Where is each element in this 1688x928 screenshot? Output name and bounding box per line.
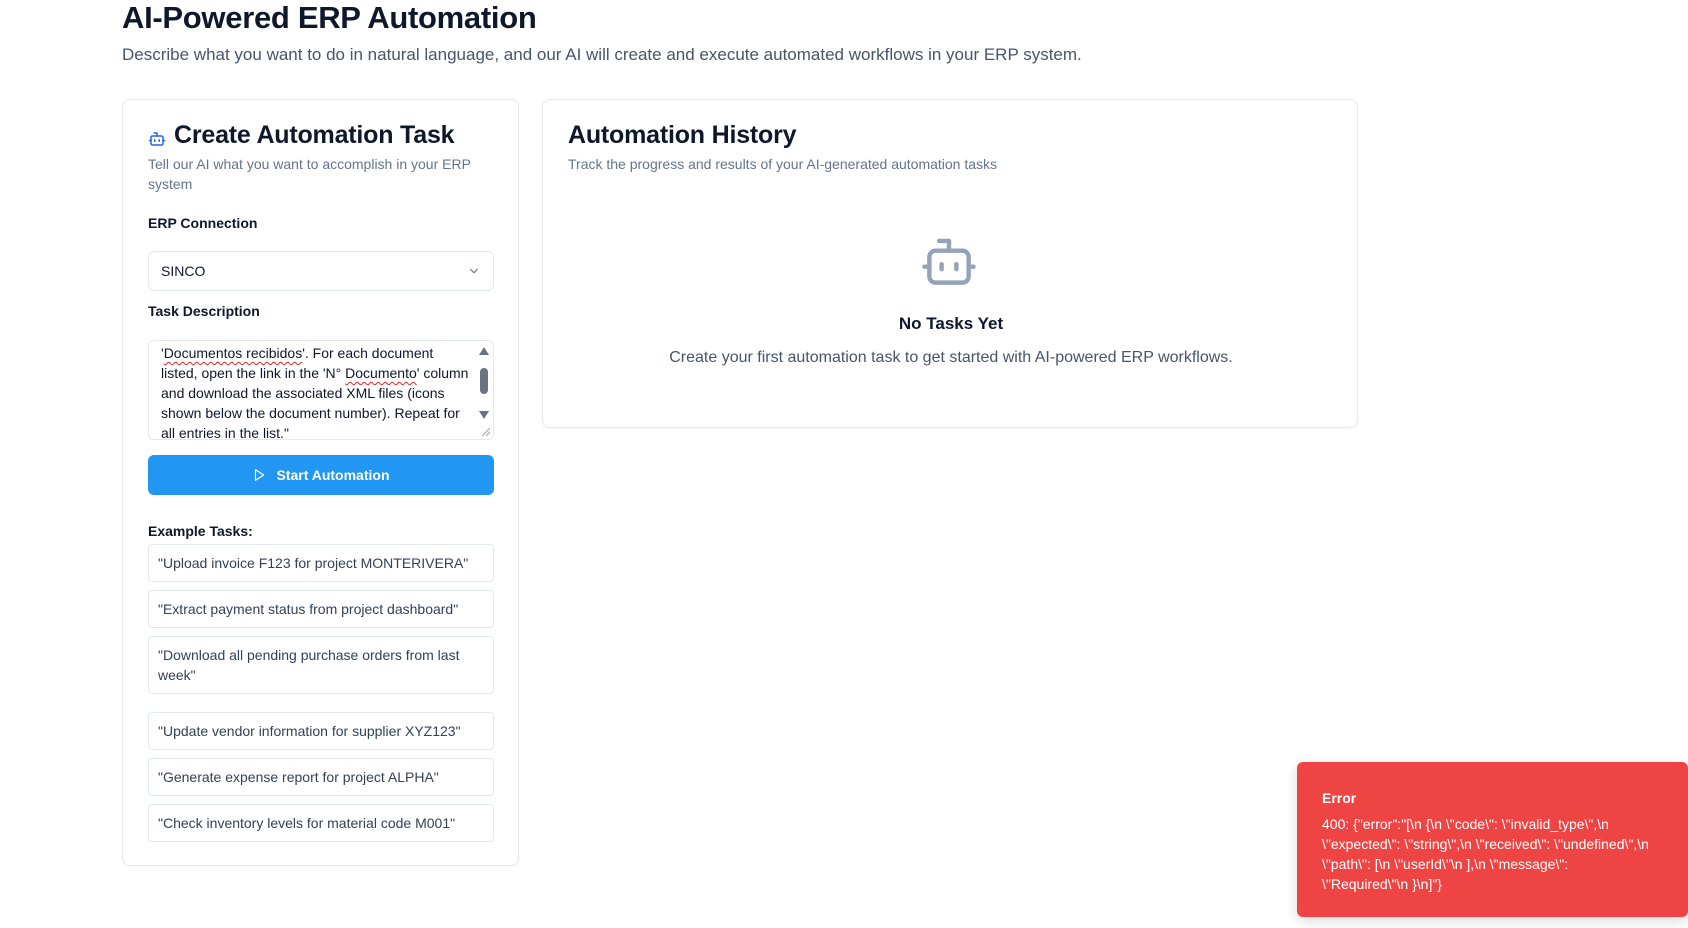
scroll-thumb[interactable]	[480, 368, 488, 394]
example-task-item[interactable]: "Upload invoice F123 for project MONTERI…	[148, 544, 494, 582]
erp-connection-value: SINCO	[161, 263, 206, 279]
page-title: AI-Powered ERP Automation	[122, 0, 537, 35]
automation-history-description: Track the progress and results of your A…	[568, 156, 998, 172]
example-task-item[interactable]: "Check inventory levels for material cod…	[148, 804, 494, 842]
automation-history-card: Automation History Track the progress an…	[542, 99, 1358, 428]
resize-handle-icon[interactable]	[479, 425, 491, 437]
task-description-text: 'Documentos recibidos'. For each documen…	[161, 345, 473, 440]
robot-icon	[922, 238, 976, 285]
empty-state-title: No Tasks Yet	[898, 314, 1004, 333]
start-automation-button[interactable]: Start Automation	[148, 455, 494, 495]
start-automation-label: Start Automation	[276, 467, 390, 483]
robot-icon	[148, 132, 166, 146]
create-task-card: Create Automation Task Tell our AI what …	[122, 99, 519, 866]
example-task-item[interactable]: "Update vendor information for supplier …	[148, 712, 494, 750]
automation-history-title: Automation History	[568, 121, 797, 149]
task-description-label: Task Description	[148, 303, 260, 319]
erp-connection-select[interactable]: SINCO	[148, 251, 494, 291]
empty-state-description: Create your first automation task to get…	[669, 349, 1233, 366]
scroll-down-arrow-icon[interactable]	[479, 411, 489, 419]
example-task-item[interactable]: "Extract payment status from project das…	[148, 590, 494, 628]
play-icon	[255, 469, 265, 481]
scroll-up-arrow-icon[interactable]	[479, 347, 489, 355]
toast-title: Error	[1322, 790, 1357, 806]
toast-message: 400: {"error":"[\n {\n \"code\": \"inval…	[1322, 816, 1649, 892]
task-description-input[interactable]: 'Documentos recibidos'. For each documen…	[148, 340, 494, 440]
chevron-down-icon	[469, 268, 479, 274]
create-task-description: Tell our AI what you want to accomplish …	[148, 156, 471, 192]
page-subtitle: Describe what you want to do in natural …	[122, 45, 1082, 64]
erp-connection-label: ERP Connection	[148, 215, 258, 231]
error-toast[interactable]: Error 400: {"error":"[\n {\n \"code\": \…	[1297, 762, 1688, 917]
example-tasks-label: Example Tasks:	[148, 523, 253, 539]
create-task-title: Create Automation Task	[174, 121, 455, 149]
example-task-item[interactable]: "Generate expense report for project ALP…	[148, 758, 494, 796]
textarea-scrollbar[interactable]	[477, 345, 491, 425]
example-task-item[interactable]: "Download all pending purchase orders fr…	[148, 636, 494, 694]
